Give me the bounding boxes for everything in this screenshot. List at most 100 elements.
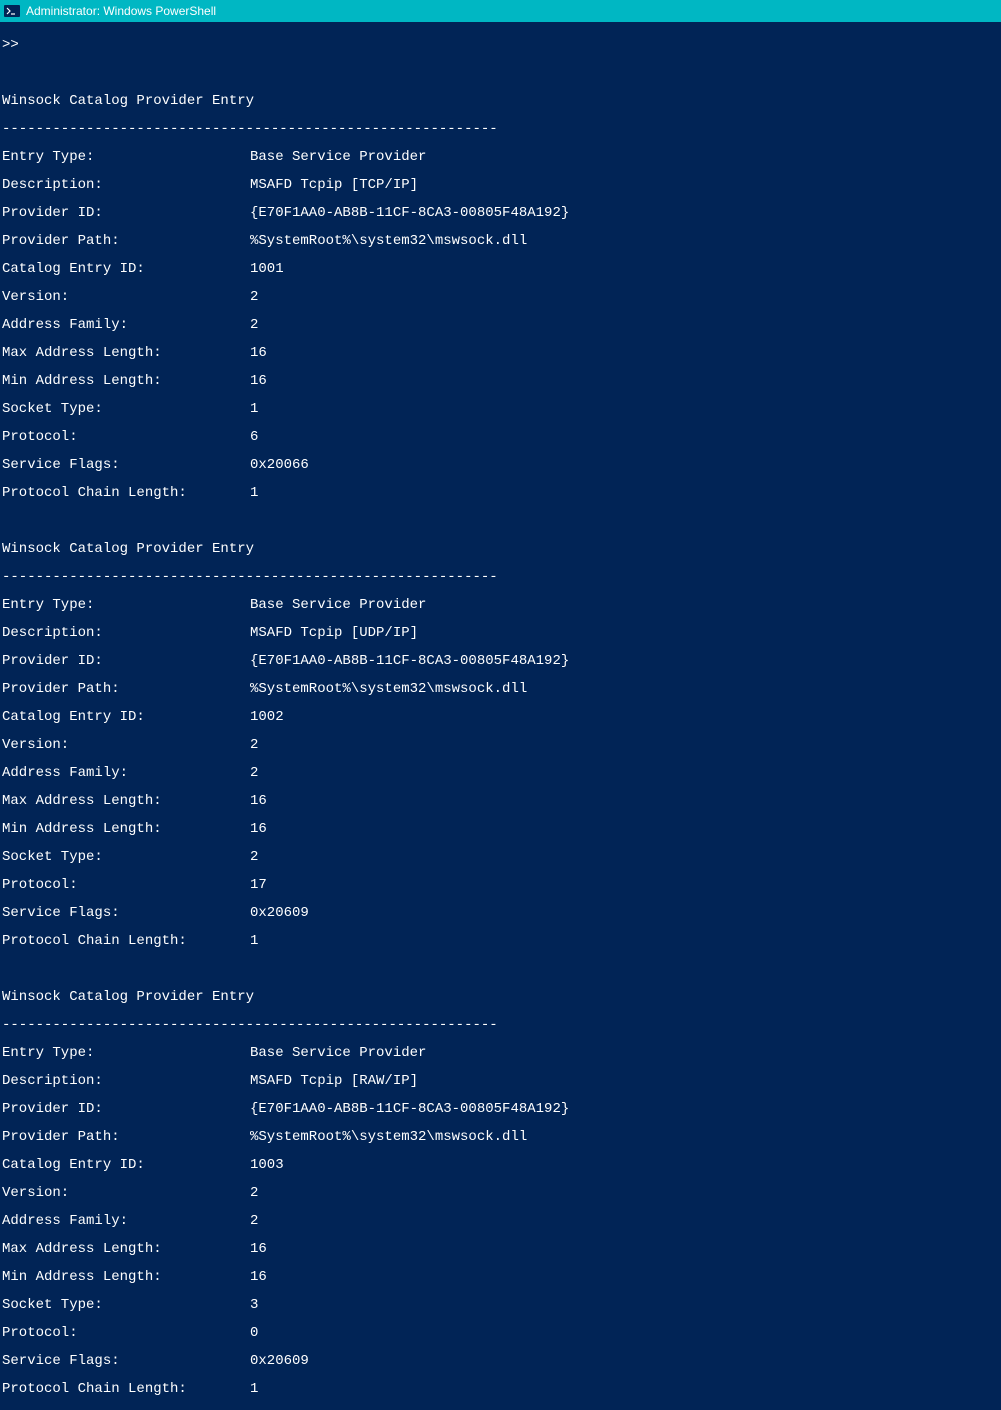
field-label: Service Flags: — [2, 1354, 250, 1368]
field-value: MSAFD Tcpip [UDP/IP] — [250, 626, 418, 640]
field-label: Provider Path: — [2, 682, 250, 696]
output-row: Provider Path:%SystemRoot%\system32\msws… — [2, 234, 1001, 248]
output-row: Min Address Length:16 — [2, 374, 1001, 388]
output-row: Provider Path:%SystemRoot%\system32\msws… — [2, 682, 1001, 696]
output-row: Socket Type:3 — [2, 1298, 1001, 1312]
output-row: Protocol:17 — [2, 878, 1001, 892]
field-value: 1 — [250, 934, 258, 948]
output-row: Service Flags:0x20609 — [2, 1354, 1001, 1368]
output-row: Min Address Length:16 — [2, 1270, 1001, 1284]
output-row: Catalog Entry ID:1003 — [2, 1158, 1001, 1172]
field-value: %SystemRoot%\system32\mswsock.dll — [250, 1130, 527, 1144]
field-value: 1 — [250, 1382, 258, 1396]
field-label: Description: — [2, 1074, 250, 1088]
field-value: 16 — [250, 374, 267, 388]
field-label: Address Family: — [2, 1214, 250, 1228]
field-label: Min Address Length: — [2, 1270, 250, 1284]
field-label: Provider Path: — [2, 234, 250, 248]
field-value: 2 — [250, 850, 258, 864]
field-value: 2 — [250, 1214, 258, 1228]
output-row: Protocol Chain Length:1 — [2, 486, 1001, 500]
field-value: 16 — [250, 1270, 267, 1284]
field-value: 16 — [250, 794, 267, 808]
field-value: 3 — [250, 1298, 258, 1312]
separator: ----------------------------------------… — [2, 1018, 1001, 1032]
output-row: Max Address Length:16 — [2, 794, 1001, 808]
field-value: 0 — [250, 1326, 258, 1340]
output-row: Version:2 — [2, 1186, 1001, 1200]
field-label: Protocol Chain Length: — [2, 486, 250, 500]
field-label: Socket Type: — [2, 402, 250, 416]
field-label: Protocol Chain Length: — [2, 934, 250, 948]
field-label: Entry Type: — [2, 598, 250, 612]
field-value: {E70F1AA0-AB8B-11CF-8CA3-00805F48A192} — [250, 654, 569, 668]
field-value: 2 — [250, 738, 258, 752]
field-value: 2 — [250, 766, 258, 780]
field-value: %SystemRoot%\system32\mswsock.dll — [250, 234, 527, 248]
output-row: Provider Path:%SystemRoot%\system32\msws… — [2, 1130, 1001, 1144]
field-value: 0x20609 — [250, 1354, 309, 1368]
field-label: Max Address Length: — [2, 1242, 250, 1256]
field-label: Max Address Length: — [2, 794, 250, 808]
field-value: {E70F1AA0-AB8B-11CF-8CA3-00805F48A192} — [250, 206, 569, 220]
field-value: 1002 — [250, 710, 284, 724]
field-value: 17 — [250, 878, 267, 892]
field-label: Protocol: — [2, 430, 250, 444]
field-value: MSAFD Tcpip [TCP/IP] — [250, 178, 418, 192]
field-value: 6 — [250, 430, 258, 444]
title-bar[interactable]: Administrator: Windows PowerShell — [0, 0, 1001, 22]
output-row: Address Family:2 — [2, 1214, 1001, 1228]
window-title: Administrator: Windows PowerShell — [26, 4, 216, 18]
field-value: 1 — [250, 402, 258, 416]
output-row: Address Family:2 — [2, 766, 1001, 780]
field-label: Catalog Entry ID: — [2, 1158, 250, 1172]
field-value: 16 — [250, 822, 267, 836]
output-row: Service Flags:0x20066 — [2, 458, 1001, 472]
output-row: Description:MSAFD Tcpip [TCP/IP] — [2, 178, 1001, 192]
field-value: 1 — [250, 486, 258, 500]
output-row: Entry Type:Base Service Provider — [2, 1046, 1001, 1060]
field-label: Socket Type: — [2, 1298, 250, 1312]
output-row: Provider ID:{E70F1AA0-AB8B-11CF-8CA3-008… — [2, 654, 1001, 668]
field-label: Address Family: — [2, 318, 250, 332]
section-header: Winsock Catalog Provider Entry — [2, 990, 1001, 1004]
output-row: Version:2 — [2, 738, 1001, 752]
field-value: 2 — [250, 318, 258, 332]
field-value: %SystemRoot%\system32\mswsock.dll — [250, 682, 527, 696]
output-row: Provider ID:{E70F1AA0-AB8B-11CF-8CA3-008… — [2, 1102, 1001, 1116]
output-row: Protocol Chain Length:1 — [2, 1382, 1001, 1396]
field-label: Protocol Chain Length: — [2, 1382, 250, 1396]
field-label: Service Flags: — [2, 906, 250, 920]
output-row: Max Address Length:16 — [2, 346, 1001, 360]
separator: ----------------------------------------… — [2, 122, 1001, 136]
field-value: 1001 — [250, 262, 284, 276]
output-row: Min Address Length:16 — [2, 822, 1001, 836]
field-value: 2 — [250, 290, 258, 304]
field-value: Base Service Provider — [250, 598, 426, 612]
output-row: Service Flags:0x20609 — [2, 906, 1001, 920]
separator: ----------------------------------------… — [2, 570, 1001, 584]
field-value: {E70F1AA0-AB8B-11CF-8CA3-00805F48A192} — [250, 1102, 569, 1116]
field-label: Provider ID: — [2, 206, 250, 220]
field-label: Address Family: — [2, 766, 250, 780]
field-label: Version: — [2, 1186, 250, 1200]
field-value: Base Service Provider — [250, 1046, 426, 1060]
field-label: Description: — [2, 626, 250, 640]
output-row: Provider ID:{E70F1AA0-AB8B-11CF-8CA3-008… — [2, 206, 1001, 220]
field-label: Entry Type: — [2, 1046, 250, 1060]
field-value: 2 — [250, 1186, 258, 1200]
output-row: Socket Type:1 — [2, 402, 1001, 416]
field-label: Protocol: — [2, 1326, 250, 1340]
output-row: Description:MSAFD Tcpip [UDP/IP] — [2, 626, 1001, 640]
field-label: Provider ID: — [2, 654, 250, 668]
field-label: Min Address Length: — [2, 822, 250, 836]
section-header: Winsock Catalog Provider Entry — [2, 542, 1001, 556]
field-label: Catalog Entry ID: — [2, 262, 250, 276]
field-value: 0x20066 — [250, 458, 309, 472]
field-label: Socket Type: — [2, 850, 250, 864]
section-header: Winsock Catalog Provider Entry — [2, 94, 1001, 108]
field-label: Entry Type: — [2, 150, 250, 164]
field-label: Description: — [2, 178, 250, 192]
terminal-output[interactable]: >> Winsock Catalog Provider Entry ------… — [0, 22, 1001, 1410]
field-label: Service Flags: — [2, 458, 250, 472]
